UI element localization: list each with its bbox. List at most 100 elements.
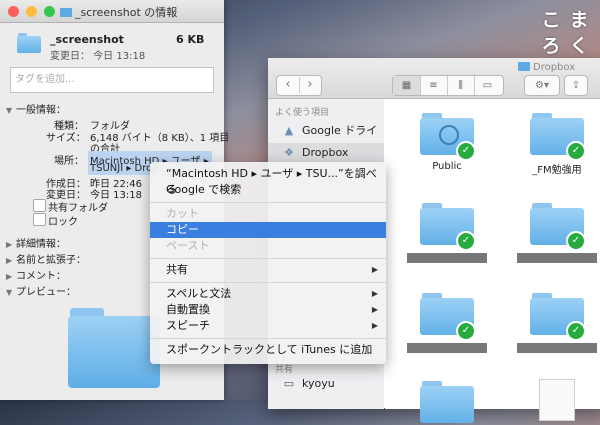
section-general[interactable]: ▼ 一般情報： [6, 101, 66, 116]
logo-char: こ [541, 9, 561, 31]
list-view-button[interactable]: ≡ [420, 76, 448, 95]
context-menu: “Macintosh HD ▸ ユーザ ▸ TSU...”を調べる Google… [150, 162, 386, 364]
disclosure-right-icon: ▶ [6, 256, 13, 265]
menu-separator [150, 282, 386, 283]
menu-item-share[interactable]: 共有 ▶ [150, 262, 386, 278]
menu-separator [150, 202, 386, 203]
sidebar-item-dropbox[interactable]: ❖ Dropbox [268, 143, 384, 163]
icon-view-button[interactable]: ▦ [393, 76, 421, 95]
redacted-name [517, 253, 597, 263]
file-size: 6 KB [176, 33, 205, 46]
computer-icon: ▭ [283, 377, 295, 390]
section-name-extension[interactable]: ▶ 名前と拡張子： [6, 251, 86, 266]
finder-content: ✓ Public ✓ _FM勉強用 ✓ ✓ ✓ ✓ [385, 99, 600, 423]
file-item[interactable] [507, 379, 600, 421]
folder-icon [60, 8, 72, 17]
forward-button[interactable]: › [299, 77, 321, 93]
file-name: _screenshot [50, 33, 124, 46]
folder-icon: ✓ [420, 203, 476, 251]
menu-item-add-to-itunes[interactable]: スポークントラックとして iTunes に追加 [150, 342, 386, 358]
menu-separator [150, 258, 386, 259]
view-mode-buttons: ▦ ≡ ⫼ ▭ [392, 75, 504, 96]
zoom-button[interactable] [44, 6, 55, 17]
sidebar-favorites-header: よく使う項目 [275, 108, 330, 118]
folder-icon: ✓ [530, 113, 586, 161]
modified-line: 変更日： 今日 13:18 [50, 51, 146, 62]
disclosure-down-icon: ▼ [6, 106, 13, 115]
finder-toolbar: Dropbox ‹ › ▦ ≡ ⫼ ▭ ⚙▾ ⇪ [268, 58, 600, 99]
folder-icon: ✓ [420, 113, 476, 161]
logo-char: く [569, 35, 589, 57]
sidebar-item-kyoyu[interactable]: ▭ kyoyu [268, 374, 384, 394]
logo-char: ま [569, 9, 589, 31]
menu-item-substitutions[interactable]: 自動置換 ▶ [150, 302, 386, 318]
folder-icon [17, 33, 41, 53]
disclosure-right-icon: ▶ [6, 240, 13, 249]
folder-item[interactable]: ✓ [397, 203, 497, 266]
folder-item[interactable]: ✓ [397, 293, 497, 356]
share-button[interactable]: ⇪ [564, 75, 588, 96]
folder-icon: ✓ [530, 293, 586, 341]
redacted-name [407, 343, 487, 353]
tag-input[interactable]: タグを追加... [10, 67, 214, 93]
folder-name: _FM勉強用 [532, 165, 582, 176]
redacted-name [407, 253, 487, 263]
folder-item[interactable]: ✓ [507, 293, 600, 356]
folder-item[interactable]: ✓ [507, 203, 600, 266]
redacted-name [517, 343, 597, 353]
section-more-info[interactable]: ▶ 詳細情報： [6, 235, 66, 250]
action-gear-button[interactable]: ⚙▾ [524, 75, 560, 96]
close-button[interactable] [8, 6, 19, 17]
folder-name: Public [432, 161, 462, 172]
logo-char: ろ [541, 35, 561, 57]
submenu-arrow-icon: ▶ [371, 305, 378, 314]
section-comments[interactable]: ▶ コメント： [6, 267, 66, 282]
submenu-arrow-icon: ▶ [371, 321, 378, 330]
minimize-button[interactable] [26, 6, 37, 17]
google-drive-icon: ▲ [284, 124, 294, 137]
dropbox-icon: ❖ [284, 146, 294, 159]
sidebar-item-google-drive[interactable]: ▲Google ドライブ [268, 121, 384, 157]
folder-icon: ✓ [420, 293, 476, 341]
menu-item-cut[interactable]: カット [150, 206, 386, 222]
where-value-cont[interactable]: TSUNJI ▸ Drop [90, 163, 159, 174]
menu-item-paste[interactable]: ペースト [150, 238, 386, 254]
disclosure-right-icon: ▶ [6, 272, 13, 281]
info-title: _screenshot の情報 [60, 4, 177, 20]
folder-item-public[interactable]: ✓ Public [397, 113, 497, 172]
nav-buttons: ‹ › [276, 75, 322, 96]
preview-folder-icon [68, 308, 160, 388]
size-label: サイズ： [46, 133, 86, 144]
gallery-view-button[interactable]: ▭ [474, 76, 501, 95]
info-titlebar: _screenshot の情報 [0, 0, 224, 23]
shared-folder-label: 共有フォルダ [48, 203, 108, 214]
section-preview[interactable]: ▼ プレビュー： [6, 283, 76, 298]
menu-item-google-search[interactable]: Google で検索 [150, 182, 386, 198]
folder-icon [518, 62, 530, 71]
submenu-arrow-icon: ▶ [371, 289, 378, 298]
menu-item-lookup[interactable]: “Macintosh HD ▸ ユーザ ▸ TSU...”を調べる [150, 166, 386, 196]
locked-checkbox[interactable] [33, 213, 46, 226]
sync-check-icon: ✓ [456, 141, 476, 161]
site-logo: こ ま ろ く [538, 8, 594, 60]
menu-item-speech[interactable]: スピーチ ▶ [150, 318, 386, 334]
folder-item[interactable] [397, 381, 497, 425]
folder-icon [420, 381, 474, 425]
menu-item-copy[interactable]: コピー [150, 222, 386, 238]
finder-title: Dropbox [518, 62, 575, 73]
sync-check-icon: ✓ [566, 321, 586, 341]
locked-label: ロック [48, 217, 78, 228]
folder-item-fm[interactable]: ✓ _FM勉強用 [507, 113, 600, 176]
document-icon [539, 379, 575, 421]
folder-icon: ✓ [530, 203, 586, 251]
submenu-arrow-icon: ▶ [371, 265, 378, 274]
sync-check-icon: ✓ [566, 231, 586, 251]
disclosure-down-icon: ▼ [6, 288, 13, 297]
column-view-button[interactable]: ⫼ [447, 76, 475, 95]
shared-folder-checkbox[interactable] [33, 199, 46, 212]
sync-check-icon: ✓ [456, 321, 476, 341]
where-label: 場所： [54, 156, 84, 167]
menu-separator [150, 338, 386, 339]
back-button[interactable]: ‹ [277, 77, 300, 93]
menu-item-spelling[interactable]: スペルと文法 ▶ [150, 286, 386, 302]
